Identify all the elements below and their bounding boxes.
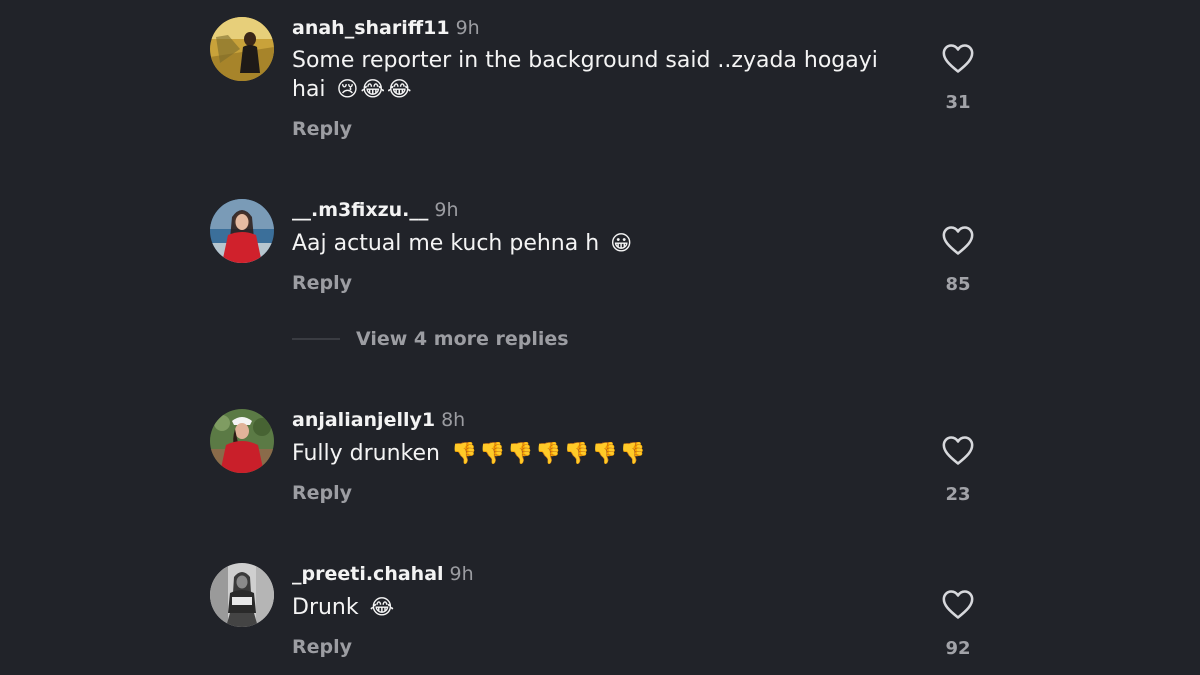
comments-panel: anah_shariff11 9h Some reporter in the ba… (0, 0, 1200, 675)
comment-body: Drunk (292, 595, 359, 620)
comment-meta: anjalianjelly1 8h (292, 408, 465, 432)
comment-body: Fully drunken (292, 441, 440, 466)
heart-outline-icon (942, 226, 974, 255)
replies-divider (292, 338, 340, 340)
avatar[interactable] (210, 409, 274, 473)
comment-emoji: 😂 (369, 595, 397, 619)
username[interactable]: __.m3fixzu.__ (292, 199, 428, 221)
reply-button[interactable]: Reply (292, 481, 352, 505)
comment-text: Drunk 😂 (292, 593, 902, 622)
timestamp: 8h (441, 409, 466, 431)
comment-meta: __.m3fixzu.__ 9h (292, 198, 459, 222)
comment-meta: _preeti.chahal 9h (292, 562, 474, 586)
comment-meta: anah_shariff11 9h (292, 16, 480, 40)
reply-button[interactable]: Reply (292, 635, 352, 659)
comment-emoji: 😢😂😂 (336, 77, 414, 101)
heart-outline-icon (942, 590, 974, 619)
comment-emoji: 😀 (610, 231, 635, 255)
heart-outline-icon (942, 44, 974, 73)
avatar[interactable] (210, 17, 274, 81)
comment-text: Fully drunken 👎👎👎👎👎👎👎 (292, 439, 902, 468)
timestamp: 9h (449, 563, 474, 585)
like-count: 92 (945, 638, 971, 659)
like-count: 85 (945, 274, 971, 295)
username[interactable]: _preeti.chahal (292, 563, 444, 585)
heart-outline-icon (942, 436, 974, 465)
comment-emoji: 👎👎👎👎👎👎👎 (450, 441, 649, 465)
comment-text: Aaj actual me kuch pehna h 😀 (292, 229, 902, 258)
reply-button[interactable]: Reply (292, 117, 352, 141)
username[interactable]: anah_shariff11 (292, 17, 450, 39)
view-more-replies-label: View 4 more replies (356, 328, 569, 350)
comment-body: Aaj actual me kuch pehna h (292, 231, 600, 256)
avatar[interactable] (210, 563, 274, 627)
like-button[interactable] (938, 224, 978, 256)
timestamp: 9h (434, 199, 459, 221)
like-button[interactable] (938, 588, 978, 620)
like-button[interactable] (938, 42, 978, 74)
like-button[interactable] (938, 434, 978, 466)
view-more-replies-button[interactable]: View 4 more replies (292, 326, 569, 352)
reply-button[interactable]: Reply (292, 271, 352, 295)
username[interactable]: anjalianjelly1 (292, 409, 435, 431)
like-count: 31 (945, 92, 971, 113)
comment-text: Some reporter in the background said ..z… (292, 47, 902, 104)
timestamp: 9h (455, 17, 480, 39)
avatar[interactable] (210, 199, 274, 263)
like-count: 23 (945, 484, 971, 505)
